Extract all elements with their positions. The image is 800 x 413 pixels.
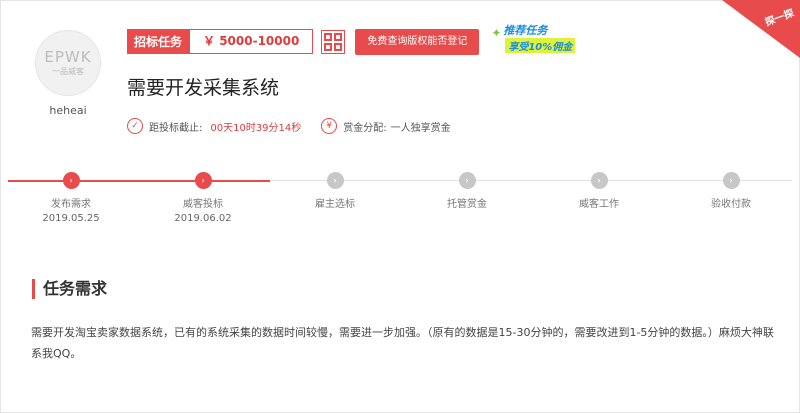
requirement-text: 需要开发淘宝卖家数据系统，已有的系统采集的数据时间较慢，需要进一步加强。（原有的… [31, 326, 774, 360]
task-type-badge: 招标任务 [127, 29, 190, 54]
qr-code-icon[interactable] [321, 29, 346, 54]
step-escrow: › 托管赏金 [401, 172, 533, 210]
deadline-label: 距投标截止: [149, 122, 203, 134]
chevron-right-icon: › [62, 172, 80, 189]
avatar-logo-subtext: 一品威客 [52, 66, 84, 76]
page-title: 需要开发采集系统 [127, 77, 280, 99]
chevron-right-icon: › [458, 172, 476, 189]
chevron-right-icon: › [194, 172, 212, 189]
task-tag-row: 招标任务 ￥ 5000-10000 免费查询版权能否登记 ✦ 推荐任务 享受10… [127, 24, 587, 55]
avatar-logo-text: EPWK [44, 47, 92, 66]
sparkle-icon: ✦ [491, 25, 502, 40]
step-label: 威客工作 [579, 199, 619, 210]
recommend-task-badge[interactable]: ✦ 推荐任务 享受10%佣金 [491, 22, 587, 56]
chevron-right-icon: › [590, 172, 608, 189]
step-label: 托管赏金 [447, 199, 487, 210]
username[interactable]: heheai [35, 104, 101, 117]
step-date: 2019.05.25 [42, 213, 100, 224]
reward-label: 赏金分配: [343, 122, 387, 134]
avatar[interactable]: EPWK 一品威客 [35, 30, 101, 96]
corner-ribbon[interactable]: 探一探 [720, 0, 800, 60]
chevron-right-icon: › [722, 172, 740, 189]
section-title: 任务需求 [43, 279, 108, 298]
step-label: 雇主选标 [315, 199, 355, 210]
step-publish: › 发布需求 2019.05.25 [5, 172, 137, 224]
promo-line1: 推荐任务 [503, 23, 548, 37]
step-label: 验收付款 [711, 199, 751, 210]
step-label: 发布需求 [51, 199, 91, 210]
step-work: › 威客工作 [533, 172, 665, 210]
step-select: › 雇主选标 [269, 172, 401, 210]
copyright-check-button[interactable]: 免费查询版权能否登记 [355, 28, 480, 55]
chevron-right-icon: › [326, 172, 344, 189]
deadline-countdown: 00天10时39分14秒 [210, 122, 302, 134]
task-meta-row: ✓ 距投标截止: 00天10时39分14秒 ¥ 赏金分配: 一人独享赏金 [127, 118, 451, 134]
section-accent-bar [32, 279, 35, 299]
promo-line2: 享受10%佣金 [505, 37, 576, 53]
task-price: ￥ 5000-10000 [189, 29, 314, 54]
check-clock-icon: ✓ [127, 118, 143, 134]
reward-value: 一人独享赏金 [390, 122, 451, 134]
step-label: 威客投标 [183, 199, 223, 210]
step-date: 2019.06.02 [174, 213, 232, 224]
step-accept: › 验收付款 [665, 172, 797, 210]
yen-icon: ¥ [321, 118, 338, 134]
step-bid: › 威客投标 2019.06.02 [137, 172, 269, 224]
